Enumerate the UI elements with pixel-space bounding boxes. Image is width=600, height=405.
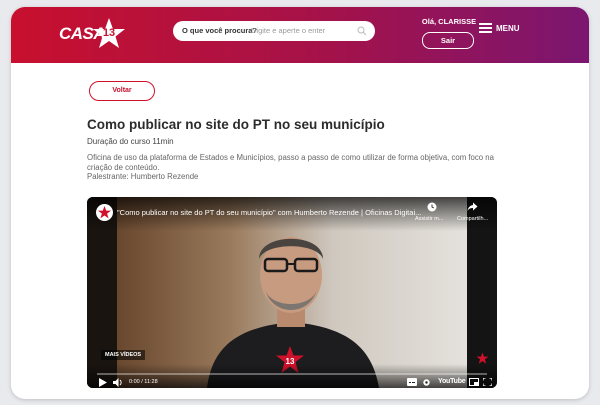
fullscreen-icon[interactable] [483,378,492,386]
search-input[interactable]: O que você procura? Digite e aperte o en… [173,21,375,41]
logout-button[interactable]: Sair [422,32,474,49]
video-title[interactable]: "Como publicar no site do PT do seu muni… [117,208,421,217]
search-placeholder: Digite e aperte o enter [251,26,326,35]
browser-page: CASA 13 O que você procura? Digite e ape… [11,7,589,399]
play-icon[interactable] [99,378,107,387]
more-videos-button[interactable]: MAIS VÍDEOS [101,350,146,360]
casa13-logo[interactable]: CASA 13 [59,17,129,51]
channel-avatar-icon[interactable] [96,204,113,221]
back-button[interactable]: Voltar [89,81,155,101]
share-label[interactable]: Compartilh... [457,216,488,222]
progress-bar[interactable] [97,373,487,375]
user-greeting: Olá, CLARISSE [421,17,477,26]
watch-later-label[interactable]: Assistir m... [415,216,443,222]
search-label: O que você procura? [182,26,258,35]
time-display: 0:00 / 11:28 [129,379,158,385]
subtitles-icon[interactable] [407,378,417,386]
logo-number: 13 [102,27,116,39]
menu-label: MENU [496,24,520,33]
youtube-logo[interactable]: YouTube [438,378,466,385]
course-title: Como publicar no site do PT no seu munic… [87,117,385,132]
course-description: Oficina de uso da plataforma de Estados … [87,153,494,172]
course-speaker: Palestrante: Humberto Rezende [87,172,199,181]
clock-icon[interactable] [427,202,437,212]
video-controls: 0:00 / 11:28 YouTube [87,364,497,388]
site-header: CASA 13 O que você procura? Digite e ape… [11,7,589,63]
cast-icon[interactable] [469,378,479,386]
search-icon[interactable] [357,26,367,36]
video-player[interactable]: 13 "Como publicar no site do PT do seu m… [87,197,497,388]
volume-icon[interactable] [113,378,124,387]
settings-gear-icon[interactable] [422,378,431,387]
hamburger-icon [479,23,492,33]
course-duration: Duração do curso 11min [87,137,174,146]
share-icon[interactable] [467,202,478,212]
